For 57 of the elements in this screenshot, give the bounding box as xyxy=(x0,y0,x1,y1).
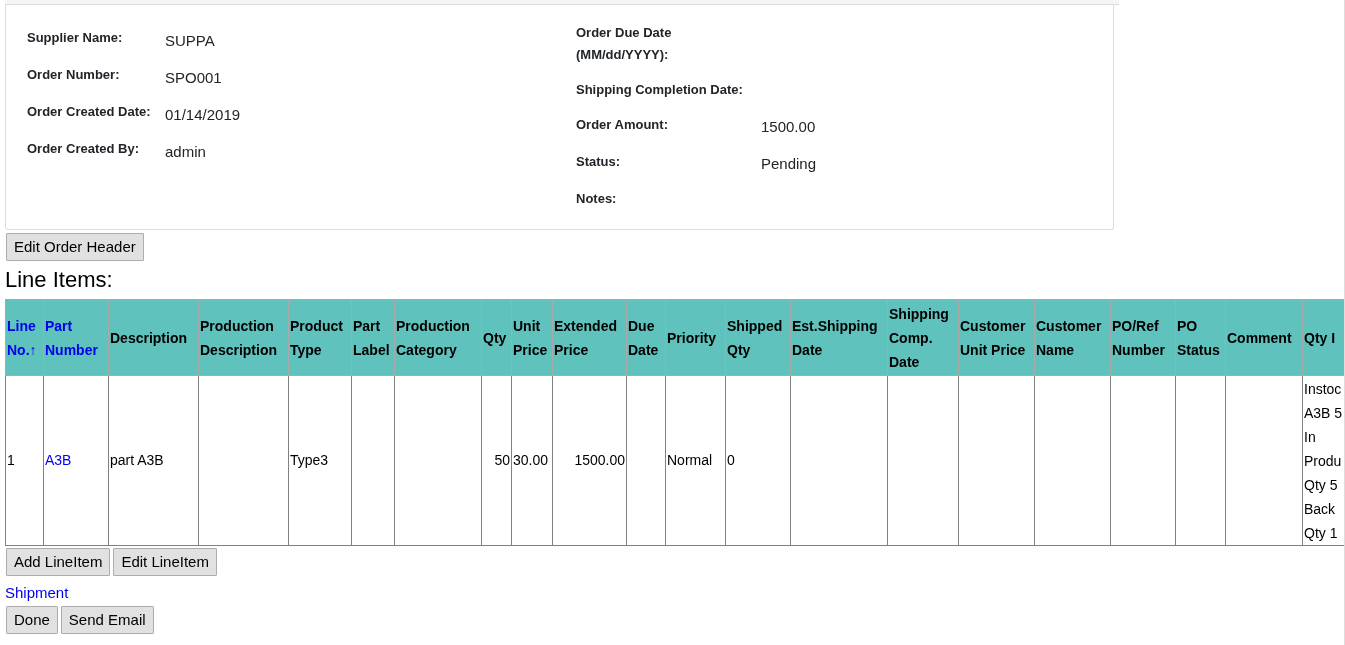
column-header: Customer Name xyxy=(1036,316,1103,360)
table-cell: 0 xyxy=(727,452,735,468)
action-button[interactable]: Add LineItem xyxy=(6,548,111,576)
field-label: Order Due Date (MM/dd/YYYY): xyxy=(576,24,673,64)
field-label: Supplier Name: xyxy=(27,29,124,47)
table-cell-text: Produ xyxy=(1304,451,1343,471)
action-button[interactable]: Edit Order Header xyxy=(6,233,144,261)
column-header: Shipping Comp. Date xyxy=(889,304,950,372)
table-cell-text: In xyxy=(1304,427,1317,447)
column-header: Due Date xyxy=(628,316,660,360)
column-header: Customer Unit Price xyxy=(960,316,1027,360)
action-button[interactable]: Send Email xyxy=(60,605,154,634)
table-cell: 1500.00 xyxy=(574,452,625,468)
field-label: Notes: xyxy=(576,190,618,208)
table-cell-text: Qty 1 xyxy=(1304,523,1339,543)
table-cell-text: A3B 5 xyxy=(1304,403,1344,423)
column-header: Product Type xyxy=(290,316,344,360)
table-cell-text: Back xyxy=(1304,499,1337,519)
column-header: Comment xyxy=(1227,328,1293,348)
field-value: SPO001 xyxy=(165,68,222,88)
column-header: Description xyxy=(110,328,188,348)
section-title: Line Items: xyxy=(5,266,114,294)
table-cell: part A3B xyxy=(110,452,164,468)
field-value: admin xyxy=(165,142,206,162)
field-label: Order Amount: xyxy=(576,116,669,134)
shipment-link[interactable]: Shipment xyxy=(5,584,69,601)
table-cell: 50 xyxy=(494,452,510,468)
field-label: Order Created By: xyxy=(27,140,140,158)
column-header: Qty I xyxy=(1304,328,1337,348)
field-label: Status: xyxy=(576,153,622,171)
field-value: 01/14/2019 xyxy=(165,105,241,125)
column-header: Shipped Qty xyxy=(727,316,784,360)
column-header: Extended Price xyxy=(554,316,618,360)
column-header: PO/Ref Number xyxy=(1112,316,1166,360)
table-cell-text: Instoc xyxy=(1304,379,1343,399)
column-header: Part Label xyxy=(353,316,391,360)
table-cell-text: Qty 5 xyxy=(1304,475,1339,495)
action-button[interactable]: Edit LineItem xyxy=(113,548,217,576)
field-value: 1500.00 xyxy=(761,117,816,137)
action-button[interactable]: Done xyxy=(6,605,58,634)
table-cell: 30.00 xyxy=(513,452,549,468)
field-label: Shipping Completion Date: xyxy=(576,81,744,99)
column-header: PO Status xyxy=(1177,316,1221,360)
table-cell: 1 xyxy=(7,452,15,468)
column-header: Production Category xyxy=(396,316,471,360)
column-header: Unit Price xyxy=(513,316,549,360)
column-header: Qty xyxy=(483,328,508,348)
field-label: Order Number: xyxy=(27,66,121,84)
part-link[interactable]: A3B xyxy=(45,452,72,468)
column-header: Priority xyxy=(667,328,717,348)
field-value: Pending xyxy=(761,154,817,174)
table-cell: Normal xyxy=(667,452,713,468)
field-label: Order Created Date: xyxy=(27,103,152,121)
column-header: Production Description xyxy=(200,316,278,360)
table-cell: Type3 xyxy=(290,452,329,468)
field-value: SUPPA xyxy=(165,31,215,51)
column-header: Est.Shipping Date xyxy=(792,316,879,360)
